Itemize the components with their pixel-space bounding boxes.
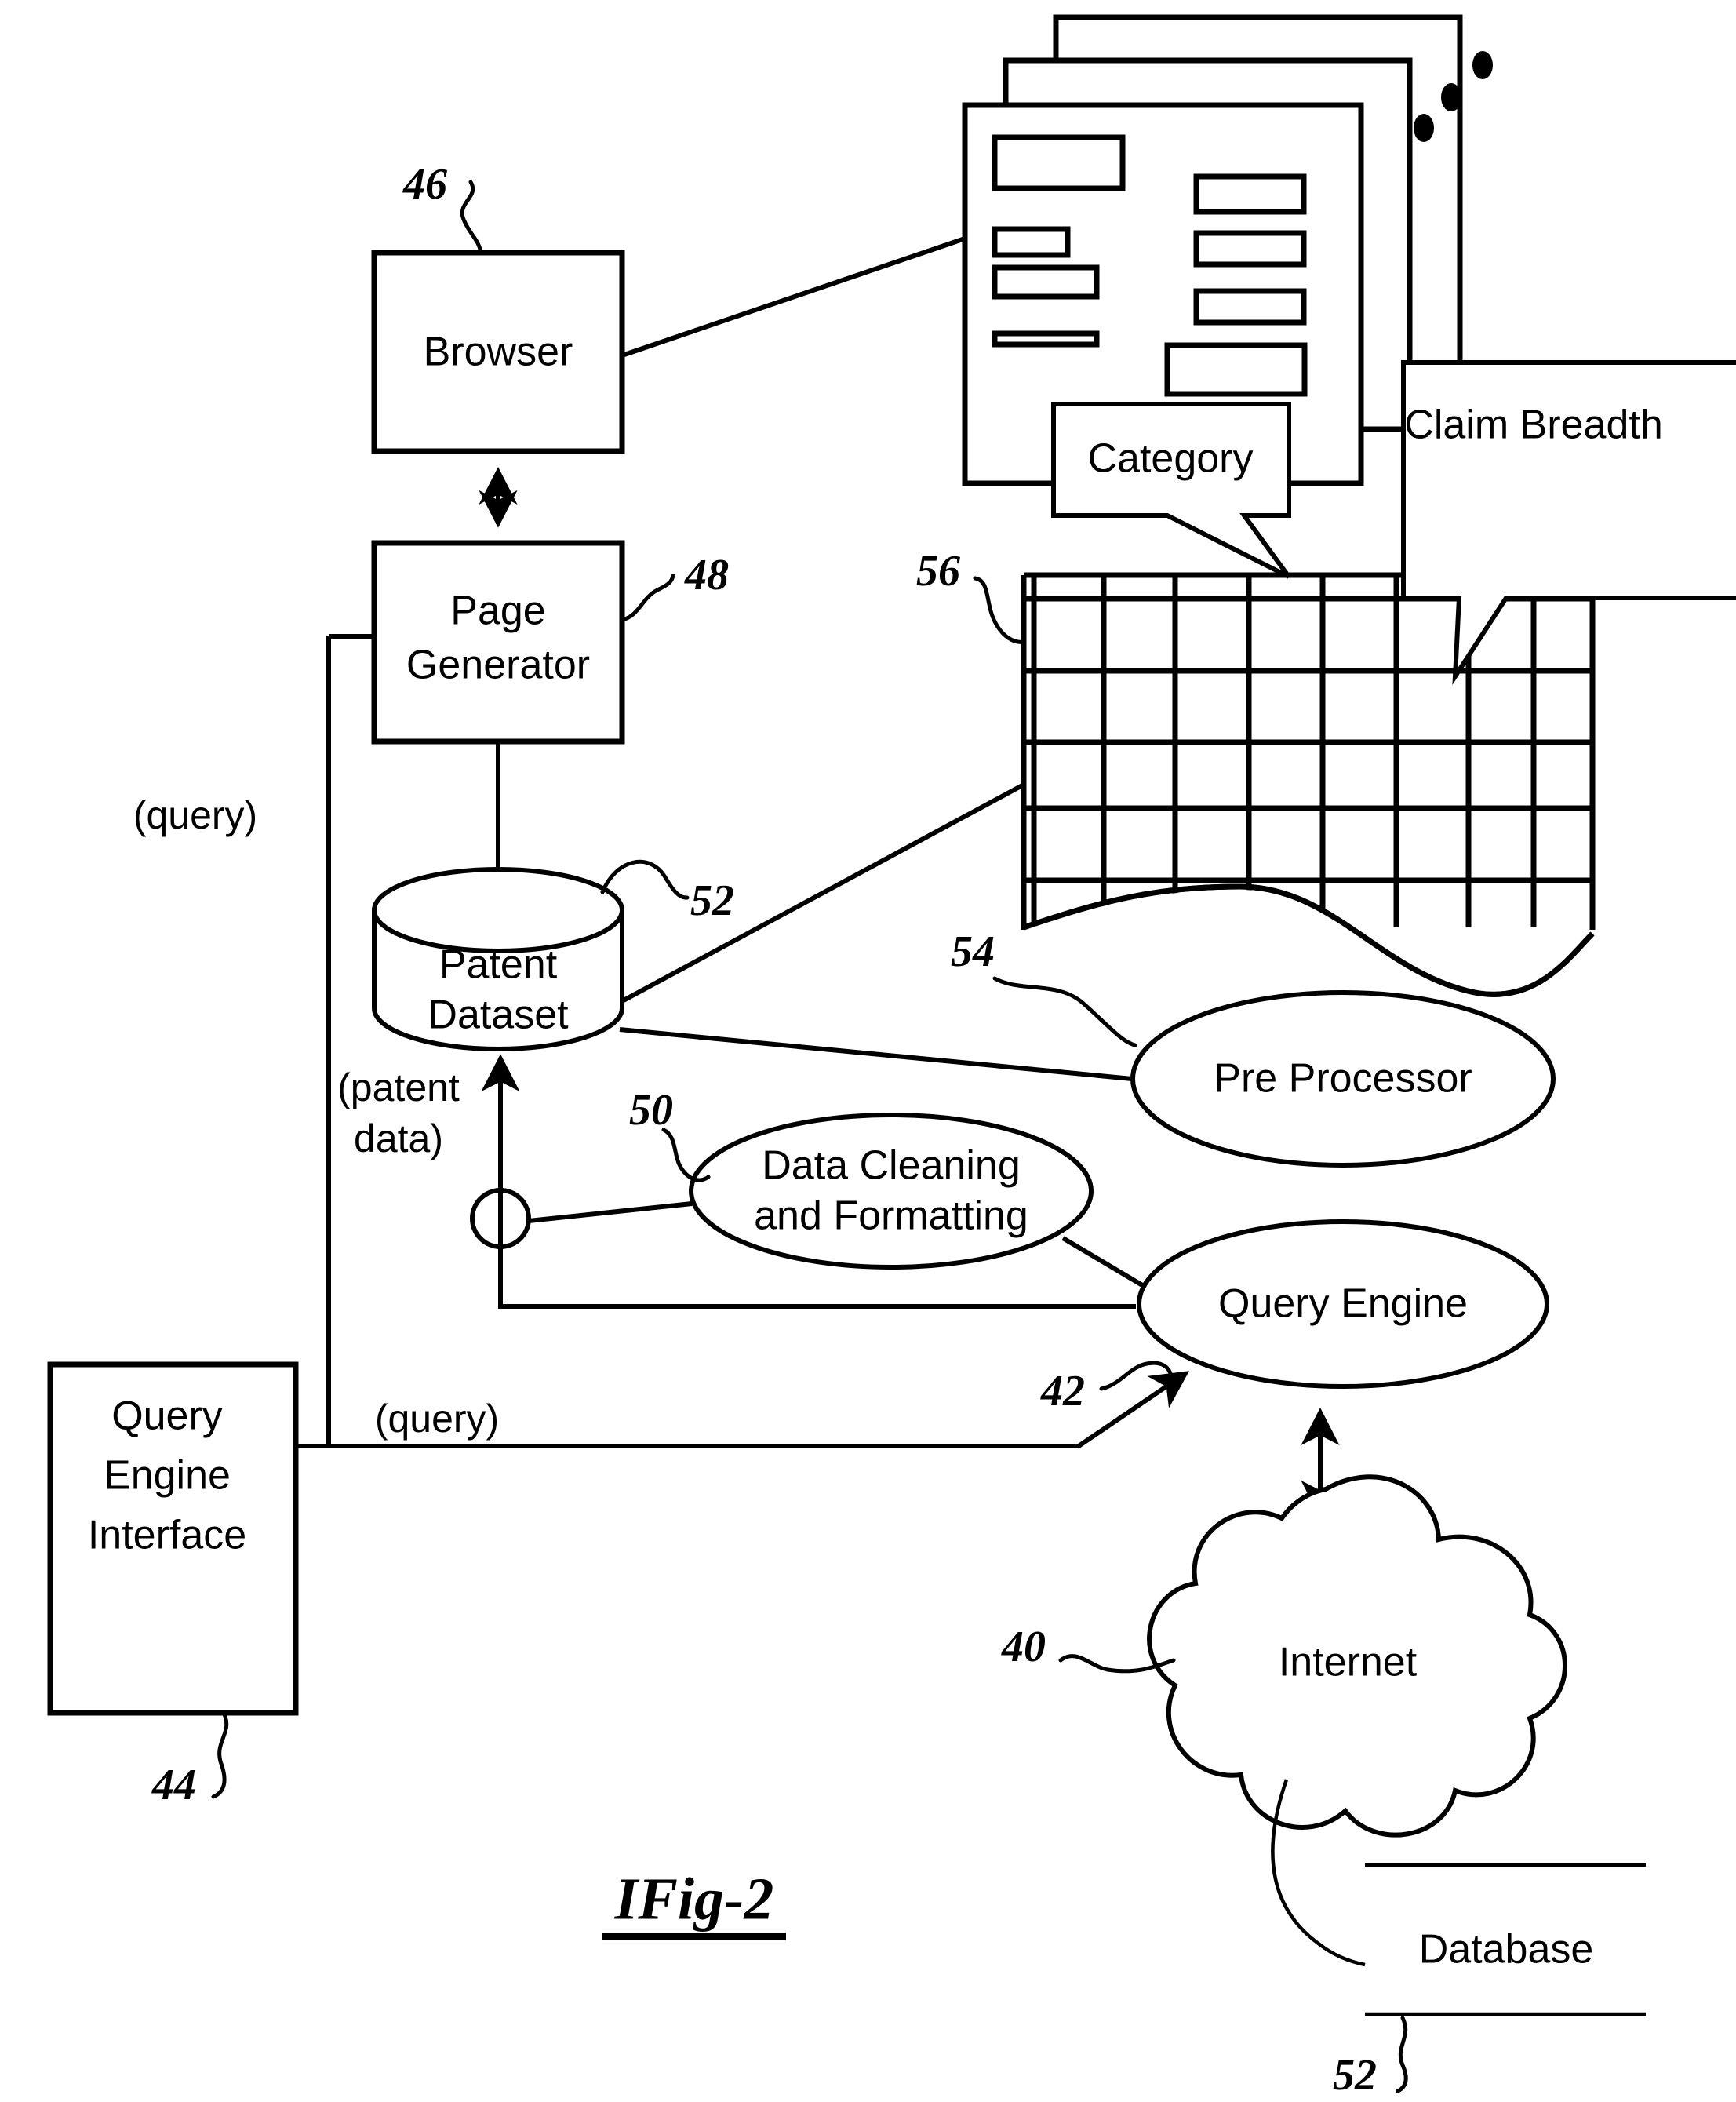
ref-numeral-42: 42	[1040, 1367, 1085, 1415]
data-cleaning-node[interactable]: Data Cleaning and Formatting	[689, 1113, 1094, 1270]
query-engine-interface-label-line3: Interface	[88, 1513, 246, 1558]
pre-processor-label: Pre Processor	[1214, 1056, 1472, 1102]
browser-node[interactable]: Browser	[371, 250, 625, 454]
database-label: Database	[1419, 1927, 1594, 1973]
data-cleaning-label-line2: and Formatting	[754, 1193, 1028, 1239]
page-generator-label-line2: Generator	[406, 643, 590, 688]
pre-processor-node[interactable]: Pre Processor	[1130, 990, 1556, 1168]
ref-numeral-50: 50	[629, 1086, 673, 1135]
patent-dataset-label-line2: Dataset	[428, 993, 569, 1038]
ref-numeral-52-dataset: 52	[690, 876, 734, 925]
edge-label-patent-data-line1: (patent	[337, 1066, 460, 1109]
ref-numeral-46: 46	[402, 160, 447, 209]
edge-label-query-left: (query)	[133, 793, 257, 837]
query-engine-interface-label-line2: Engine	[104, 1453, 231, 1499]
ellipsis-dot-1	[1472, 51, 1493, 79]
document-field-left-3	[992, 264, 1100, 300]
callout-claim-breadth-label: Claim Breadth	[1404, 403, 1662, 448]
ref-numeral-52-database: 52	[1333, 2051, 1377, 2100]
document-field-right-1	[1193, 173, 1307, 215]
document-field-right-4	[1164, 342, 1308, 397]
patent-figure-root: Browser 46 Page Generator 48 (query) Pat…	[0, 0, 1736, 2102]
patent-dataset-label-line1: Patent	[439, 942, 558, 988]
document-field-left-underline	[992, 330, 1100, 348]
ellipsis-dot-3	[1414, 114, 1434, 142]
ellipsis-dot-2	[1441, 83, 1461, 111]
edge-label-query-bottom: (query)	[375, 1397, 499, 1441]
document-field-right-3	[1193, 288, 1307, 326]
ref-numeral-56: 56	[916, 547, 960, 596]
ref-numeral-44: 44	[151, 1761, 196, 1809]
query-engine-interface-node[interactable]: Query Engine Interface	[47, 1361, 299, 1716]
internet-label: Internet	[1279, 1640, 1418, 1685]
edge-label-patent-data-line2: data)	[354, 1117, 443, 1160]
document-field-left-2	[992, 226, 1071, 258]
patent-dataset-top[interactable]	[372, 867, 624, 953]
patent-dataset-node[interactable]: Patent Dataset	[372, 867, 624, 1051]
page-generator-node[interactable]: Page Generator	[371, 540, 625, 745]
query-engine-label: Query Engine	[1218, 1281, 1468, 1327]
callout-category-label: Category	[1088, 436, 1254, 482]
query-engine-interface-label-line1: Query	[111, 1393, 223, 1439]
query-engine-node[interactable]: Query Engine	[1137, 1219, 1549, 1389]
figure-caption-group: IFig-2	[602, 1866, 786, 1940]
figure-caption: IFig-2	[614, 1866, 774, 1932]
figure-canvas: Browser 46 Page Generator 48 (query) Pat…	[0, 0, 1736, 2102]
ref-numeral-54: 54	[951, 927, 995, 976]
ref-numeral-48: 48	[684, 551, 729, 599]
browser-label: Browser	[424, 330, 573, 375]
document-field-left-1	[992, 134, 1126, 191]
data-cleaning-label-line1: Data Cleaning	[762, 1143, 1021, 1189]
data-cleaning-ellipse[interactable]	[689, 1113, 1094, 1270]
ref-numeral-40: 40	[1001, 1623, 1046, 1671]
page-generator-label-line1: Page	[450, 588, 545, 634]
document-field-right-2	[1193, 230, 1307, 268]
